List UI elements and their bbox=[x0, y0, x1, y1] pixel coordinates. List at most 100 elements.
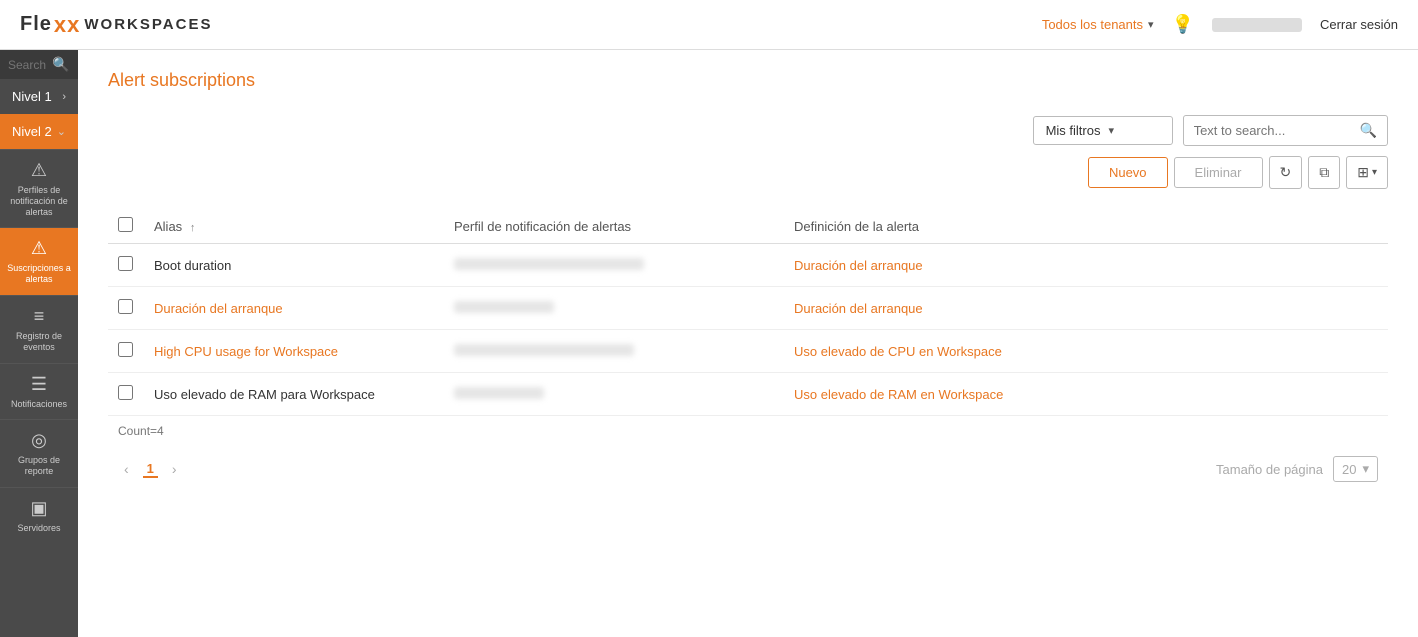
tenant-selector[interactable]: Todos los tenants ▾ bbox=[1042, 17, 1154, 32]
search-icon[interactable]: 🔍 bbox=[52, 56, 69, 73]
sidebar-item-grupos[interactable]: ◎ Grupos de reporte bbox=[0, 419, 78, 487]
row-checkbox[interactable] bbox=[118, 342, 133, 357]
logout-link[interactable]: Cerrar sesión bbox=[1320, 17, 1398, 32]
filter-select[interactable]: Mis filtros ▾ bbox=[1033, 116, 1173, 145]
alert-profile-icon: ⚠ bbox=[31, 160, 47, 181]
notifications-icon: ☰ bbox=[31, 374, 47, 395]
chevron-down-icon: ▾ bbox=[1108, 124, 1114, 137]
filter-label: Mis filtros bbox=[1046, 123, 1101, 138]
alias-text: Uso elevado de RAM para Workspace bbox=[144, 373, 444, 416]
servers-icon: ▣ bbox=[30, 498, 47, 519]
alias-link[interactable]: High CPU usage for Workspace bbox=[154, 344, 338, 359]
profile-value bbox=[454, 301, 554, 313]
sidebar-item-servidores[interactable]: ▣ Servidores bbox=[0, 487, 78, 544]
sidebar-item-label: Grupos de reporte bbox=[4, 455, 74, 477]
next-page-button[interactable]: › bbox=[166, 459, 183, 479]
chevron-down-icon: ▾ bbox=[1362, 461, 1369, 477]
definition-label: Definición de la alerta bbox=[794, 219, 919, 234]
table-header-row: Alias ↑ Perfil de notificación de alerta… bbox=[108, 209, 1388, 244]
row-checkbox[interactable] bbox=[118, 299, 133, 314]
profile-value bbox=[454, 387, 544, 399]
layout: 🔍 Nivel 1 › Nivel 2 ⌄ ⚠ Perfiles de noti… bbox=[0, 50, 1418, 637]
alias-label: Alias bbox=[154, 219, 182, 234]
page-title: Alert subscriptions bbox=[108, 70, 1388, 91]
sidebar-item-label: Registro de eventos bbox=[4, 331, 74, 353]
sidebar-item-label: Notificaciones bbox=[11, 399, 67, 410]
row-checkbox[interactable] bbox=[118, 385, 133, 400]
refresh-icon: ↻ bbox=[1280, 164, 1292, 181]
pagination: ‹ 1 › Tamaño de página 20 ▾ bbox=[108, 456, 1388, 482]
chevron-down-icon: ▾ bbox=[1148, 18, 1154, 31]
definition-link[interactable]: Duración del arranque bbox=[794, 258, 923, 273]
table-row: Duración del arranque Duración del arranq… bbox=[108, 287, 1388, 330]
sidebar-item-nivel2[interactable]: Nivel 2 ⌄ bbox=[0, 114, 78, 149]
sidebar-item-label: Perfiles de notificación de alertas bbox=[4, 185, 74, 217]
sidebar-item-registro[interactable]: ≡ Registro de eventos bbox=[0, 295, 78, 363]
refresh-button[interactable]: ↻ bbox=[1269, 156, 1303, 189]
logo-xx: xx bbox=[54, 12, 80, 38]
table-row: Boot duration Duración del arranque bbox=[108, 244, 1388, 287]
definition-link[interactable]: Uso elevado de RAM en Workspace bbox=[794, 387, 1003, 402]
sidebar-item-label: Suscripciones a alertas bbox=[4, 263, 74, 285]
table-header-checkbox bbox=[108, 209, 144, 244]
page-size-value: 20 bbox=[1342, 462, 1356, 477]
logo-fle: Fle bbox=[20, 13, 52, 36]
export-button[interactable]: ⊞ ▾ bbox=[1346, 156, 1388, 189]
profile-label: Perfil de notificación de alertas bbox=[454, 219, 631, 234]
table-body: Boot durationDuración del arranqueDuraci… bbox=[108, 244, 1388, 416]
sidebar-item-suscripciones[interactable]: ⚠ Suscripciones a alertas bbox=[0, 227, 78, 295]
chevron-right-icon: › bbox=[62, 91, 66, 103]
alias-link[interactable]: Duración del arranque bbox=[154, 301, 283, 316]
sidebar-item-nivel1[interactable]: Nivel 1 › bbox=[0, 79, 78, 114]
sidebar-item-label: Nivel 1 bbox=[12, 89, 52, 104]
nuevo-button[interactable]: Nuevo bbox=[1088, 157, 1168, 188]
search-box: 🔍 bbox=[1183, 115, 1388, 146]
sidebar: 🔍 Nivel 1 › Nivel 2 ⌄ ⚠ Perfiles de noti… bbox=[0, 50, 78, 637]
page-size-select[interactable]: 20 ▾ bbox=[1333, 456, 1378, 482]
sidebar-item-notificaciones[interactable]: ☰ Notificaciones bbox=[0, 363, 78, 420]
table-row: Uso elevado de RAM para Workspace Uso ele… bbox=[108, 373, 1388, 416]
search-input[interactable] bbox=[1194, 123, 1354, 138]
logo-workspaces: WORKSPACES bbox=[84, 16, 212, 33]
eliminar-button[interactable]: Eliminar bbox=[1174, 157, 1263, 188]
toolbar-buttons: Nuevo Eliminar ↻ ⧉ ⊞ ▾ bbox=[108, 156, 1388, 189]
page-number[interactable]: 1 bbox=[143, 461, 158, 478]
profile-value bbox=[454, 258, 644, 270]
count-text: Count=4 bbox=[108, 416, 1388, 446]
header: FlexxWORKSPACES Todos los tenants ▾ 💡 Ce… bbox=[0, 0, 1418, 50]
header-right: Todos los tenants ▾ 💡 Cerrar sesión bbox=[1042, 14, 1398, 35]
export-icon: ⊞ bbox=[1357, 164, 1369, 181]
groups-icon: ◎ bbox=[31, 430, 47, 451]
toolbar-top: Mis filtros ▾ 🔍 bbox=[108, 115, 1388, 146]
subscriptions-icon: ⚠ bbox=[31, 238, 47, 259]
avatar bbox=[1212, 18, 1302, 32]
row-checkbox[interactable] bbox=[118, 256, 133, 271]
chevron-down-icon: ⌄ bbox=[57, 125, 66, 138]
bulb-icon[interactable]: 💡 bbox=[1172, 14, 1194, 35]
copy-button[interactable]: ⧉ bbox=[1308, 156, 1340, 189]
main-content: Alert subscriptions Mis filtros ▾ 🔍 Nuev… bbox=[78, 50, 1418, 637]
table-header-alias[interactable]: Alias ↑ bbox=[144, 209, 444, 244]
tenant-label: Todos los tenants bbox=[1042, 17, 1143, 32]
search-input[interactable] bbox=[8, 58, 46, 72]
table-header-definition: Definición de la alerta bbox=[784, 209, 1388, 244]
select-all-checkbox[interactable] bbox=[118, 217, 133, 232]
sort-icon: ↑ bbox=[190, 222, 196, 234]
page-size-container: Tamaño de página 20 ▾ bbox=[1216, 456, 1378, 482]
log-icon: ≡ bbox=[34, 306, 45, 327]
alias-text: Boot duration bbox=[144, 244, 444, 287]
sidebar-item-perfiles[interactable]: ⚠ Perfiles de notificación de alertas bbox=[0, 149, 78, 227]
page-size-label: Tamaño de página bbox=[1216, 462, 1323, 477]
logo: FlexxWORKSPACES bbox=[20, 12, 212, 38]
definition-link[interactable]: Uso elevado de CPU en Workspace bbox=[794, 344, 1002, 359]
table-row: High CPU usage for Workspace Uso elevado … bbox=[108, 330, 1388, 373]
prev-page-button[interactable]: ‹ bbox=[118, 459, 135, 479]
search-icon[interactable]: 🔍 bbox=[1360, 122, 1377, 139]
definition-link[interactable]: Duración del arranque bbox=[794, 301, 923, 316]
page-nav: ‹ 1 › bbox=[118, 459, 183, 479]
copy-icon: ⧉ bbox=[1319, 164, 1329, 181]
table-header-profile: Perfil de notificación de alertas bbox=[444, 209, 784, 244]
sidebar-search: 🔍 bbox=[0, 50, 78, 79]
chevron-down-icon: ▾ bbox=[1372, 167, 1377, 178]
sidebar-item-label: Nivel 2 bbox=[12, 124, 52, 139]
